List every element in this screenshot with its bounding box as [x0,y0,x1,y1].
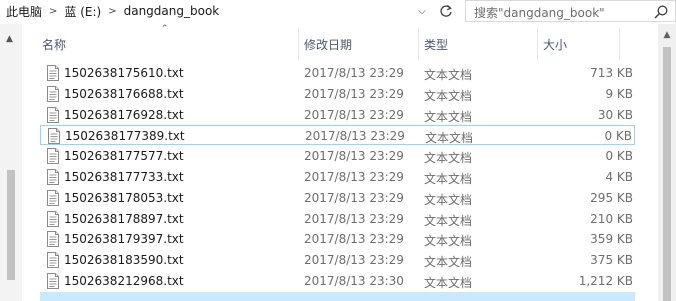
search-icon[interactable] [653,4,669,20]
breadcrumb-this-pc[interactable]: 此电脑 [6,3,42,20]
column-divider[interactable] [418,28,419,60]
column-header-size[interactable]: 大小 [543,36,567,53]
file-row[interactable]: 1502638179397.txt 2017/8/13 23:29 文本文档 3… [40,229,635,249]
vertical-scrollbar-thumb[interactable] [663,47,671,301]
file-row[interactable]: 1502638212968.txt 2017/8/13 23:30 文本文档 1… [40,271,635,291]
file-modified-date: 2017/8/13 23:29 [304,86,404,101]
file-size: 0 KB [604,129,632,144]
file-list[interactable]: 1502638175610.txt 2017/8/13 23:29 文本文档 7… [22,62,658,301]
file-row[interactable]: 1502638177577.txt 2017/8/13 23:29 文本文档 0… [40,146,635,166]
file-size: 30 KB [597,107,633,122]
file-type: 文本文档 [425,131,474,146]
column-header-type[interactable]: 类型 [424,36,448,53]
file-modified-date: 2017/8/13 23:29 [304,66,404,80]
file-modified-date: 2017/8/13 23:29 [305,129,405,144]
text-file-icon [47,65,59,81]
file-row[interactable] [40,291,635,301]
file-name[interactable]: 1502638212968.txt [64,274,184,288]
text-file-icon [47,106,59,123]
file-type: 文本文档 [424,192,473,207]
file-size: 210 KB [590,211,633,226]
file-type: 文本文档 [424,255,473,270]
file-name[interactable]: 1502638178897.txt [64,212,184,226]
scroll-up-icon[interactable]: ▲ [658,28,676,42]
file-modified-date: 2017/8/13 23:29 [304,107,404,122]
file-size: 4 KB [605,170,633,184]
file-row[interactable]: 1502638175610.txt 2017/8/13 23:29 文本文档 7… [40,63,635,83]
file-type: 文本文档 [424,234,473,249]
breadcrumb-separator-icon[interactable]: > [108,6,116,17]
file-size: 713 KB [590,66,633,80]
refresh-icon[interactable] [434,0,458,22]
file-size: 9 KB [605,86,633,101]
file-row[interactable]: 1502638176928.txt 2017/8/13 23:29 文本文档 3… [40,105,635,125]
text-file-icon [47,210,59,227]
file-row[interactable]: 1502638183590.txt 2017/8/13 23:29 文本文档 3… [40,250,635,270]
file-name[interactable]: 1502638178053.txt [64,191,184,205]
address-bar[interactable]: 此电脑 > 蓝 (E:) > dangdang_book ⌵ 搜索"dangda… [0,0,676,24]
file-name[interactable]: 1502638175610.txt [64,66,184,80]
column-header-name[interactable]: 名称 [42,36,66,53]
breadcrumb-drive-e[interactable]: 蓝 (E:) [64,3,101,20]
file-name[interactable]: 1502638177389.txt [65,129,185,143]
column-header-date[interactable]: 修改日期 [304,36,352,53]
file-name[interactable]: 1502638177577.txt [64,149,184,163]
column-divider[interactable] [619,28,620,60]
file-modified-date: 2017/8/13 23:29 [304,253,404,268]
file-name[interactable]: 1502638176688.txt [64,87,184,101]
file-type: 文本文档 [424,68,473,82]
breadcrumb-separator-icon[interactable]: > [49,6,57,17]
text-file-icon [47,169,59,185]
file-row[interactable]: 1502638177733.txt 2017/8/13 23:29 文本文档 4… [40,167,635,187]
text-file-icon [47,85,59,102]
breadcrumb: 此电脑 > 蓝 (E:) > dangdang_book [6,0,219,22]
file-row[interactable]: 1502638178897.txt 2017/8/13 23:29 文本文档 2… [40,209,635,229]
text-file-icon [47,231,59,248]
file-name[interactable]: 1502638179397.txt [64,232,184,246]
file-modified-date: 2017/8/13 23:29 [304,232,404,247]
column-divider[interactable] [537,28,538,60]
sort-ascending-icon: ⌃ [161,24,169,34]
search-box[interactable]: 搜索"dangdang_book" [465,0,676,22]
file-size: 1,212 KB [578,274,633,288]
search-input[interactable]: 搜索"dangdang_book" [474,4,605,21]
file-name[interactable]: 1502638176928.txt [64,108,184,122]
text-file-icon [47,252,59,269]
file-size: 359 KB [590,232,633,247]
navigation-pane: ▲ [0,24,22,301]
file-row[interactable]: 1502638177389.txt 2017/8/13 23:29 文本文档 0… [40,125,635,146]
file-type: 文本文档 [424,151,473,166]
file-modified-date: 2017/8/13 23:29 [304,170,404,184]
file-name[interactable]: 1502638183590.txt [64,253,184,267]
column-header: ⌃ 名称 修改日期 类型 大小 [22,24,658,64]
file-type: 文本文档 [424,88,473,103]
file-name[interactable]: 1502638177733.txt [64,170,184,184]
file-type: 文本文档 [424,109,473,124]
text-file-icon [47,148,59,165]
file-type: 文本文档 [424,172,473,186]
file-size: 0 KB [605,149,633,164]
file-modified-date: 2017/8/13 23:30 [304,274,404,288]
navigation-pane-scrollbar-thumb[interactable] [7,170,15,280]
file-type: 文本文档 [424,276,473,290]
chevron-up-icon[interactable]: ▲ [6,34,13,44]
column-divider[interactable] [298,28,299,60]
file-size: 295 KB [590,190,633,205]
file-row[interactable]: 1502638178053.txt 2017/8/13 23:29 文本文档 2… [40,188,635,208]
text-file-icon [47,273,59,289]
file-modified-date: 2017/8/13 23:29 [304,149,404,164]
address-history-dropdown-icon[interactable]: ⌵ [412,0,432,22]
text-file-icon [48,128,60,145]
file-type: 文本文档 [424,213,473,228]
file-row[interactable]: 1502638176688.txt 2017/8/13 23:29 文本文档 9… [40,84,635,104]
text-file-icon [47,189,59,206]
file-size: 375 KB [590,253,633,268]
file-modified-date: 2017/8/13 23:29 [304,190,404,205]
breadcrumb-current-folder[interactable]: dangdang_book [124,4,220,18]
vertical-scrollbar[interactable]: ▲ [658,24,676,301]
file-modified-date: 2017/8/13 23:29 [304,211,404,226]
